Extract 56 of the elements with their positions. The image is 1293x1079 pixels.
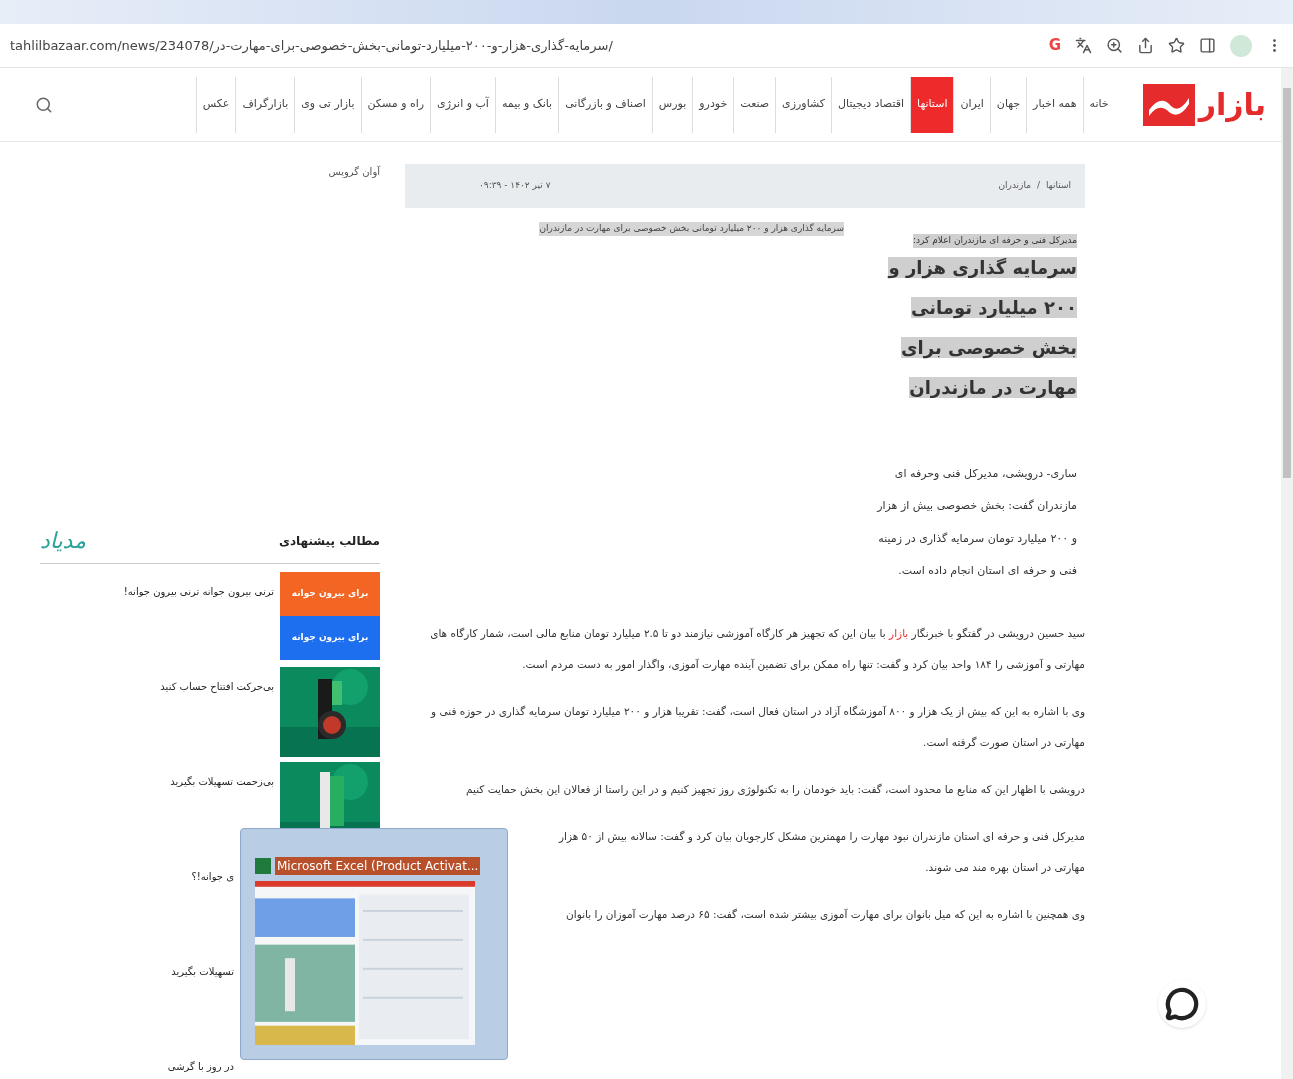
chat-button[interactable]	[1158, 980, 1206, 1028]
nav-link[interactable]: راه و مسکن	[360, 76, 431, 133]
url-text[interactable]: tahlilbazaar.com/news/234078/سرمایه-گذاری-هزار-و-۲۰۰-میلیارد-تومانی-بخش-خصوصی-برای-مهارت-در/	[10, 35, 613, 56]
article-paragraph: سید حسین درویشی در گفتگو با خبرنگار بازار با بیان این که تجهیز هر کارگاه آموزشی نیازمند دو تا ۲.۵ میلیارد تومان منابع مالی است، شمار کارگاه های مهارتی و آموزشی را ۱۸۴ واحد بیان کرد و گفت: تنها راه ممکن برای تضمین آینده مهارت آموزی، واگذار امور به دست مردم است.	[429, 625, 1085, 673]
search-icon[interactable]	[35, 95, 53, 114]
nav-link[interactable]: بازارگراف	[235, 76, 295, 133]
zoom-icon[interactable]	[1106, 37, 1123, 54]
nav-link[interactable]: خانه	[1082, 76, 1115, 133]
suggested-link[interactable]: در روز با گرشی	[167, 1059, 234, 1074]
publish-date: ۷ تیر ۱۴۰۲ - ۰۹:۳۹	[479, 179, 551, 193]
extension-icon[interactable]: G	[1048, 34, 1061, 57]
ad-banner[interactable]: برای بیرون جوانه	[280, 616, 380, 660]
article-paragraph: مهارتی در استان بهره مند می شوند.	[925, 859, 1085, 876]
spreadsheet-icon	[255, 858, 271, 874]
suggested-link[interactable]: بی‌حرکت افتتاح حساب کنید	[160, 679, 274, 694]
nav-link[interactable]: آب و انرژی	[430, 76, 495, 133]
nav-link[interactable]: صنعت	[733, 76, 776, 133]
article-summary: ساری- درویشی، مدیرکل فنی وحرفه ای مازندران گفت: بخش خصوصی بیش از هزار و ۲۰۰ میلیارد تومان سرمایه گذاری در زمینه فنی و حرفه ای استان انجام داده است.	[877, 465, 1077, 579]
nav-link[interactable]: اصناف و بازرگانی	[558, 76, 652, 133]
breadcrumb-separator: /	[1037, 179, 1041, 193]
image-alt-text[interactable]: سرمایه گذاری هزار و ۲۰۰ میلیارد تومانی بخش خصوصی برای مهارت در مازندران	[539, 222, 844, 236]
article-paragraph: درویشی با اظهار این که منابع ما محدود است، گفت: باید خودمان را به تکنولوژی روز تجهیز کنیم و در این راستا از فعالان این بخش حمایت کنیم	[466, 781, 1085, 798]
article-title: سرمایه گذاری هزار و ۲۰۰ میلیارد تومانی بخش خصوصی برای مهارت در مازندران	[886, 255, 1077, 401]
scrollbar[interactable]	[1281, 68, 1293, 1079]
suggested-link[interactable]: بی‌زحمت تسهیلات بگیرید	[170, 774, 274, 789]
nav-link[interactable]: بورس	[651, 76, 693, 133]
sidebar-icon[interactable]	[1199, 37, 1216, 54]
logo-text[interactable]: بازار	[1198, 82, 1266, 127]
article-paragraph: وی همچنین با اشاره به این که میل بانوان برای مهارت آموزی بیشتر شده است، گفت: ۶۵ درصد مهارت آموزان را بانوان	[566, 906, 1085, 923]
chat-icon	[1165, 987, 1199, 1021]
translate-icon[interactable]	[1075, 37, 1092, 54]
nav-link[interactable]: جهان	[989, 76, 1027, 133]
share-icon[interactable]	[1137, 37, 1154, 54]
star-icon[interactable]	[1168, 37, 1185, 54]
nav-link[interactable]: بازار تی وی	[294, 76, 361, 133]
article-paragraph: مدیرکل فنی و حرفه ای استان مازندران نبود مهارت را مهمترین مشکل کارجویان بیان کرد و گفت: سالانه بیش از ۵۰ هزار	[558, 828, 1085, 845]
nav-link[interactable]: عکس	[195, 76, 236, 133]
nav-link[interactable]: همه اخبار	[1026, 76, 1083, 133]
ad-image-alt[interactable]: آوان گروپس	[328, 164, 380, 179]
preview-title: Microsoft Excel (Product Activat...	[275, 857, 481, 875]
logo-icon	[1142, 83, 1195, 126]
article-paragraph: وی با اشاره به این که بیش از یک هزار و ۸۰۰ آموزشگاه آزاد در استان فعال است، گفت: تقریبا هزار و ۲۰۰ میلیارد تومان سرمایه گذاری در حوزه فنی و مهارتی در استان صورت گرفته است.	[429, 703, 1085, 751]
nav-link[interactable]: بانک و بیمه	[494, 76, 559, 133]
article-link[interactable]: بازار	[889, 626, 909, 639]
breadcrumb-link[interactable]: مازندران	[998, 179, 1032, 193]
suggested-link[interactable]: ی جوانه!؟	[191, 869, 234, 884]
nav-link[interactable]: کشاورزی	[775, 76, 832, 133]
suggested-link[interactable]: تسهیلات بگیرید	[171, 964, 234, 979]
breadcrumb-link[interactable]: استانها	[1046, 179, 1071, 193]
taskbar-preview[interactable]: Microsoft Excel (Product Activat...	[240, 828, 508, 1060]
nav-link[interactable]: اقتصاد دیجیتال	[831, 76, 911, 133]
nav-link[interactable]: خودرو	[692, 76, 734, 133]
article-lead: مدیرکل فنی و حرفه ای مازندران اعلام کرد:	[913, 234, 1077, 248]
sidebar-heading: مطالب پیشنهادی	[278, 532, 380, 550]
nav-link[interactable]: استانها	[910, 76, 954, 133]
suggested-link[interactable]: ترنی بیرون جوانه ترنی بیرون جوانه!	[123, 584, 274, 599]
